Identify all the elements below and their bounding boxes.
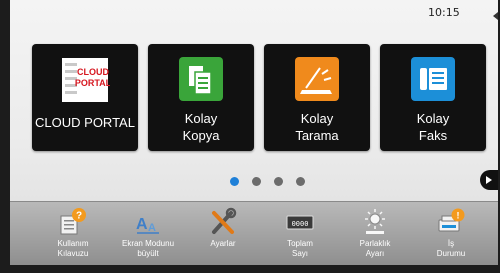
label-line1: Kullanım <box>57 239 89 248</box>
tile-label-line2: Kopya <box>182 128 220 143</box>
brightness-icon <box>365 209 385 234</box>
user-guide-button[interactable]: ? Kullanım Kılavuzu <box>48 202 98 265</box>
fax-icon <box>411 57 455 101</box>
tile-easy-fax[interactable]: Kolay Faks <box>380 44 486 151</box>
page-dot-2[interactable] <box>252 177 261 186</box>
label-line2: Ayarı <box>365 249 385 258</box>
home-screen: 10:15 CLOUD PORTAL CLOUD PORTAL Kolay Ko… <box>10 0 498 265</box>
tile-cloud-portal[interactable]: CLOUD PORTAL CLOUD PORTAL <box>32 44 138 151</box>
svg-text:A: A <box>136 216 148 233</box>
cloud-portal-logo-line2: PORTAL <box>75 78 110 88</box>
copy-icon <box>179 57 223 101</box>
label-line2: Sayı <box>291 249 308 258</box>
tile-label-line2: Faks <box>418 128 448 143</box>
status-expand-icon[interactable] <box>493 12 498 20</box>
bottom-item-label: İş Durumu <box>416 239 486 259</box>
label-line2: Kılavuzu <box>57 249 89 258</box>
scan-icon <box>295 57 339 101</box>
page-dot-3[interactable] <box>274 177 283 186</box>
total-count-button[interactable]: 0000 Toplam Sayı <box>275 202 325 265</box>
clock: 10:15 <box>428 6 460 19</box>
cloud-portal-icon: CLOUD PORTAL <box>62 58 110 102</box>
total-count-icon: 0000 <box>286 215 314 230</box>
tile-easy-scan[interactable]: Kolay Tarama <box>264 44 370 151</box>
label-line1: İş <box>447 239 455 248</box>
bottom-item-label: Kullanım Kılavuzu <box>38 239 108 259</box>
svg-text:?: ? <box>76 211 82 222</box>
settings-button[interactable]: Ayarlar <box>198 202 248 265</box>
label-line2: Durumu <box>436 249 466 258</box>
enlarge-display-button[interactable]: A A Ekran Modunu büyült <box>118 202 178 265</box>
bottom-shortcut-bar: ? Kullanım Kılavuzu A A Ekran Modunu büy… <box>10 201 498 265</box>
page-dot-4[interactable] <box>296 177 305 186</box>
user-guide-icon: ? <box>60 208 86 235</box>
tile-label-line1: Kolay <box>184 111 218 126</box>
bottom-item-label: Ekran Modunu büyült <box>108 239 188 259</box>
tile-label-line2: Tarama <box>295 128 339 143</box>
counter-digits: 0000 <box>292 220 309 228</box>
tile-label: Kolay Faks <box>380 110 486 144</box>
label-line1: Parlaklık <box>359 239 391 248</box>
settings-icon <box>212 207 237 234</box>
tile-label: Kolay Kopya <box>148 110 254 144</box>
svg-text:!: ! <box>457 211 460 221</box>
next-page-button[interactable] <box>480 170 498 190</box>
bottom-item-label: Toplam Sayı <box>265 239 335 259</box>
tile-label: CLOUD PORTAL <box>35 115 135 130</box>
label-line1: Ekran Modunu <box>121 239 175 248</box>
svg-text:A: A <box>148 222 156 234</box>
label-line2: büyült <box>137 249 159 258</box>
tile-label-line1: Kolay <box>416 111 450 126</box>
page-dot-1[interactable] <box>230 177 239 186</box>
tile-label: Kolay Tarama <box>264 110 370 144</box>
label-line1: Toplam <box>287 239 313 248</box>
bottom-item-label: Ayarlar <box>188 239 258 249</box>
job-status-icon: ! <box>438 208 465 232</box>
job-status-button[interactable]: ! İş Durumu <box>426 202 476 265</box>
brightness-button[interactable]: Parlaklık Ayarı <box>350 202 400 265</box>
tile-label-line1: Kolay <box>300 111 334 126</box>
enlarge-display-icon: A A <box>136 216 159 234</box>
tile-easy-copy[interactable]: Kolay Kopya <box>148 44 254 151</box>
bottom-item-label: Parlaklık Ayarı <box>340 239 410 259</box>
cloud-portal-logo-line1: CLOUD <box>77 67 109 77</box>
label-line1: Ayarlar <box>210 239 236 248</box>
